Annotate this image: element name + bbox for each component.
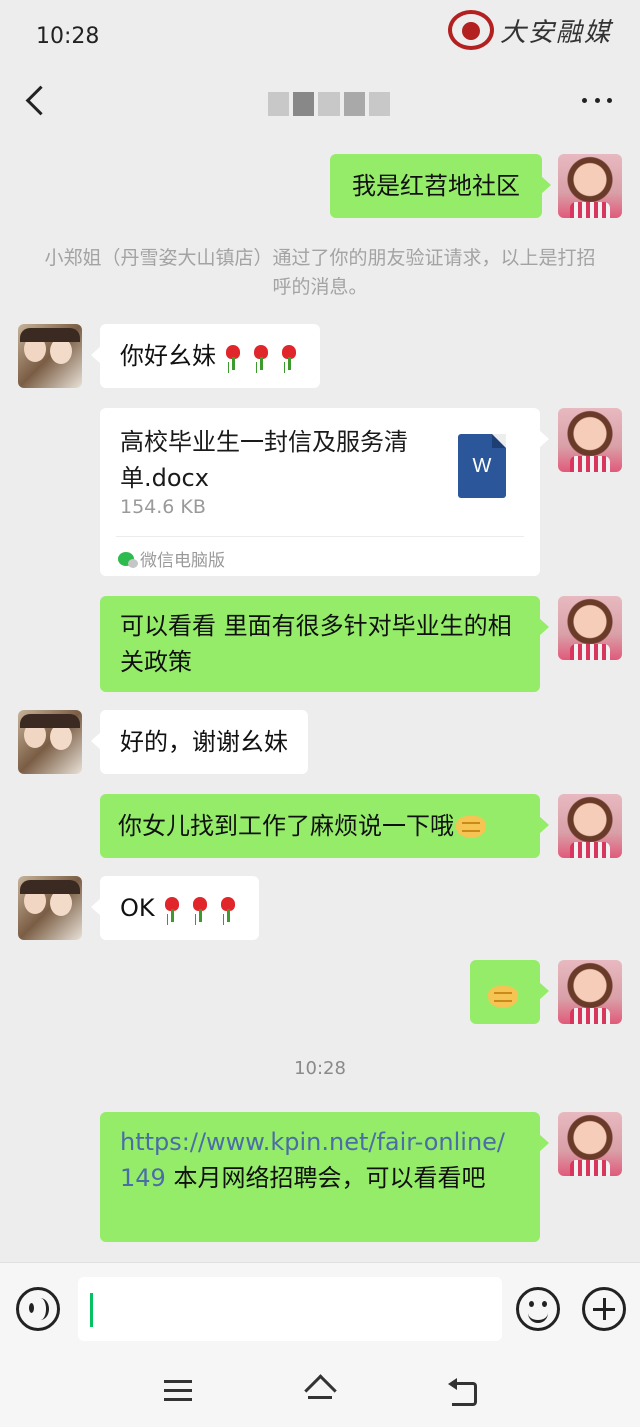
- message-bubble-them[interactable]: OK: [91, 876, 259, 940]
- message-text: 你好幺妹: [120, 342, 216, 370]
- file-source-label: 微信电脑版: [140, 551, 225, 571]
- contact-avatar[interactable]: [18, 324, 82, 388]
- message-row: [0, 960, 640, 1024]
- rose-emoji: [217, 895, 239, 923]
- menu-icon[interactable]: [164, 1380, 192, 1402]
- chat-title-redacted: [268, 92, 391, 116]
- message-text: 本月网络招聘会，可以看看吧: [165, 1164, 486, 1192]
- watermark-text: 大安融媒: [499, 17, 612, 48]
- message-row: 你好幺妹: [0, 324, 640, 388]
- message-text: OK: [120, 894, 155, 922]
- my-avatar[interactable]: [558, 154, 622, 218]
- handshake-emoji: [456, 816, 486, 838]
- message-bubble-me[interactable]: [470, 960, 549, 1024]
- message-row: https://www.kpin.net/fair-online/149 本月网…: [0, 1112, 640, 1242]
- input-bar: [0, 1262, 640, 1354]
- rose-emoji: [161, 895, 183, 923]
- my-avatar[interactable]: [558, 408, 622, 472]
- message-bubble-me[interactable]: https://www.kpin.net/fair-online/149 本月网…: [100, 1112, 549, 1242]
- back-icon[interactable]: [22, 84, 52, 120]
- watermark: 大安融媒: [447, 10, 612, 50]
- more-icon[interactable]: [582, 88, 612, 112]
- message-row: 你女儿找到工作了麻烦说一下哦: [0, 794, 640, 858]
- message-bubble-me[interactable]: 可以看看 里面有很多针对毕业生的相关政策: [100, 596, 549, 692]
- system-notice: 小郑姐（丹雪姿大山镇店）通过了你的朋友验证请求，以上是打招呼的消息。: [44, 247, 596, 298]
- chat-header: [0, 72, 640, 134]
- message-bubble-them[interactable]: 你好幺妹: [91, 324, 320, 388]
- text-caret: [90, 1293, 93, 1327]
- file-size: 154.6 KB: [120, 496, 206, 518]
- wechat-mini-icon: [118, 551, 138, 568]
- watermark-logo-icon: [447, 10, 494, 50]
- emoji-icon[interactable]: [516, 1287, 560, 1331]
- message-row: 高校毕业生一封信及服务清单.docx 154.6 KB W 微信电脑版: [0, 408, 640, 576]
- home-icon[interactable]: [304, 1376, 336, 1404]
- file-name: 高校毕业生一封信及服务清单.docx: [120, 428, 408, 492]
- my-avatar[interactable]: [558, 960, 622, 1024]
- message-list[interactable]: 我是红苕地社区 小郑姐（丹雪姿大山镇店）通过了你的朋友验证请求，以上是打招呼的消…: [0, 134, 640, 1262]
- file-source: 微信电脑版: [118, 546, 225, 571]
- message-row: 可以看看 里面有很多针对毕业生的相关政策: [0, 596, 640, 692]
- message-input[interactable]: [78, 1277, 502, 1341]
- rose-emoji: [189, 895, 211, 923]
- file-message-card[interactable]: 高校毕业生一封信及服务清单.docx 154.6 KB W 微信电脑版: [100, 408, 549, 576]
- status-bar: 10:28 大安融媒: [0, 0, 640, 72]
- voice-icon[interactable]: [16, 1287, 60, 1331]
- rose-emoji: [222, 343, 244, 371]
- time-divider: 10:28: [294, 1058, 346, 1079]
- contact-avatar[interactable]: [18, 710, 82, 774]
- rose-emoji: [250, 343, 272, 371]
- my-avatar[interactable]: [558, 794, 622, 858]
- return-icon[interactable]: [448, 1378, 478, 1406]
- word-file-icon: W: [458, 434, 506, 498]
- message-row: 好的，谢谢幺妹: [0, 710, 640, 774]
- rose-emoji: [278, 343, 300, 371]
- message-row: OK: [0, 876, 640, 940]
- my-avatar[interactable]: [558, 1112, 622, 1176]
- plus-icon[interactable]: [582, 1287, 626, 1331]
- message-row: 我是红苕地社区: [0, 154, 640, 218]
- handshake-emoji: [488, 986, 518, 1008]
- message-bubble-me[interactable]: 我是红苕地社区: [330, 154, 551, 218]
- divider: [116, 536, 524, 537]
- system-navigation-bar: [0, 1354, 640, 1427]
- message-bubble-them[interactable]: 好的，谢谢幺妹: [91, 710, 308, 774]
- message-text: 你女儿找到工作了麻烦说一下哦: [118, 812, 454, 840]
- message-bubble-me[interactable]: 你女儿找到工作了麻烦说一下哦: [100, 794, 549, 858]
- my-avatar[interactable]: [558, 596, 622, 660]
- status-time: 10:28: [36, 24, 100, 49]
- contact-avatar[interactable]: [18, 876, 82, 940]
